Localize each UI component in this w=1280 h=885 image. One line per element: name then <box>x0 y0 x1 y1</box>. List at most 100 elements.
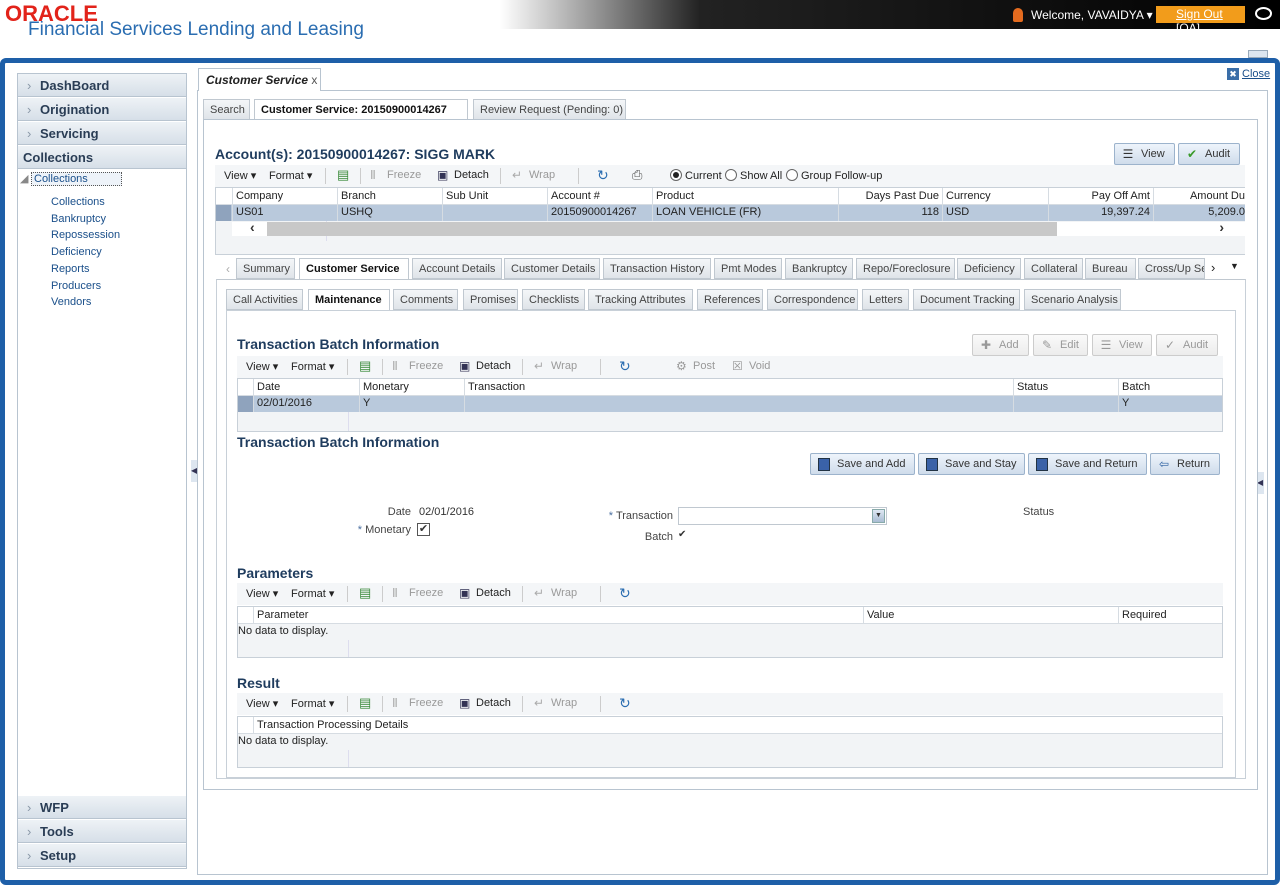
view-menu[interactable]: View ▾ <box>246 697 278 710</box>
format-menu[interactable]: Format ▾ <box>291 360 334 373</box>
section-tab-account-details[interactable]: Account Details <box>412 258 502 279</box>
page-tab-search[interactable]: Search <box>203 99 250 120</box>
detach-button[interactable]: Detach <box>476 697 511 709</box>
welcome-menu[interactable]: Welcome, VAVAIDYA ▾ <box>1031 8 1153 22</box>
audit-button[interactable]: ✔ Audit <box>1178 143 1240 165</box>
sidebar-item-setup[interactable]: › Setup <box>18 844 186 867</box>
wrap-button[interactable]: Wrap <box>551 697 577 709</box>
radio-show-all[interactable] <box>725 169 737 181</box>
table-row[interactable]: 02/01/2016 Y Y <box>238 396 1222 412</box>
detach-button[interactable]: Detach <box>476 360 511 372</box>
radio-group-follow-up[interactable] <box>786 169 798 181</box>
column-header-product[interactable]: Product <box>652 188 838 204</box>
refresh-icon[interactable]: ↻ <box>619 585 631 602</box>
close-link[interactable]: Close <box>1242 68 1270 80</box>
column-header-date[interactable]: Date <box>253 379 359 395</box>
column-header-parameter[interactable]: Parameter <box>253 607 863 623</box>
sub-tab-maintenance[interactable]: Maintenance <box>308 289 390 311</box>
format-menu[interactable]: Format ▾ <box>291 697 334 710</box>
return-button[interactable]: ⇦ Return <box>1150 453 1220 475</box>
wrap-button[interactable]: Wrap <box>551 360 577 372</box>
tree-item-repossession[interactable]: Repossession <box>51 229 120 241</box>
wrap-button[interactable]: Wrap <box>529 169 555 181</box>
column-header-monetary[interactable]: Monetary <box>359 379 464 395</box>
section-tab-repo-foreclosure[interactable]: Repo/Foreclosure <box>856 258 955 279</box>
sub-tab-comments[interactable]: Comments <box>393 289 458 310</box>
print-icon[interactable]: ⎙ <box>632 167 642 183</box>
sub-tab-correspondence[interactable]: Correspondence <box>767 289 858 310</box>
column-header-amount-du[interactable]: Amount Du <box>1153 188 1245 204</box>
detach-button[interactable]: Detach <box>476 587 511 599</box>
tree-item-deficiency[interactable]: Deficiency <box>51 246 102 258</box>
section-tab-cross-up-se[interactable]: Cross/Up Se <box>1138 258 1205 279</box>
save-and-return-button[interactable]: Save and Return <box>1028 453 1147 475</box>
sub-tab-scenario-analysis[interactable]: Scenario Analysis <box>1024 289 1121 310</box>
void-button[interactable]: Void <box>749 360 770 372</box>
chevron-down-icon[interactable]: ▼ <box>872 509 885 523</box>
sub-tab-tracking-attributes[interactable]: Tracking Attributes <box>588 289 693 310</box>
sub-tab-references[interactable]: References <box>697 289 763 310</box>
scroll-left-arrow[interactable]: ‹ <box>250 219 255 235</box>
sidebar-item-tools[interactable]: › Tools <box>18 820 186 843</box>
export-excel-icon[interactable]: ▤ <box>359 358 371 374</box>
refresh-icon[interactable]: ↻ <box>597 167 609 184</box>
export-excel-icon[interactable]: ▤ <box>337 167 349 183</box>
refresh-icon[interactable]: ↻ <box>619 358 631 375</box>
column-header-company[interactable]: Company <box>232 188 337 204</box>
format-menu[interactable]: Format ▾ <box>269 169 312 182</box>
section-tab-collateral[interactable]: Collateral <box>1024 258 1083 279</box>
sub-tab-letters[interactable]: Letters <box>862 289 909 310</box>
view-menu[interactable]: View ▾ <box>246 360 278 373</box>
export-excel-icon[interactable]: ▤ <box>359 585 371 601</box>
view-button[interactable]: ☰ View <box>1092 334 1152 356</box>
edit-button[interactable]: ✎ Edit <box>1033 334 1088 356</box>
column-header-value[interactable]: Value <box>863 607 1118 623</box>
table-row[interactable]: US01 USHQ 20150900014267 LOAN VEHICLE (FR) 1… <box>216 205 1245 221</box>
section-tab-customer-details[interactable]: Customer Details <box>504 258 600 279</box>
column-header-currency[interactable]: Currency <box>942 188 1048 204</box>
column-header-pay-off-amt[interactable]: Pay Off Amt <box>1048 188 1153 204</box>
sidebar-item-wfp[interactable]: › WFP <box>18 796 186 819</box>
sidebar-item-collections[interactable]: Collections <box>18 146 186 169</box>
transaction-select[interactable]: ▼ <box>678 507 887 525</box>
refresh-icon[interactable]: ↻ <box>619 695 631 712</box>
tree-expand-icon[interactable]: ◢ <box>20 172 28 185</box>
format-menu[interactable]: Format ▾ <box>291 587 334 600</box>
view-menu[interactable]: View ▾ <box>224 169 256 182</box>
scroll-right-arrow[interactable]: › <box>1219 219 1224 235</box>
column-header-batch[interactable]: Batch <box>1118 379 1222 395</box>
section-tab-pmt-modes[interactable]: Pmt Modes <box>714 258 782 279</box>
tree-item-reports[interactable]: Reports <box>51 263 90 275</box>
export-excel-icon[interactable]: ▤ <box>359 695 371 711</box>
freeze-button[interactable]: Freeze <box>387 169 421 181</box>
tree-root-collections[interactable]: Collections <box>31 172 122 186</box>
horizontal-scrollbar[interactable]: ‹ › <box>232 219 1245 236</box>
freeze-button[interactable]: Freeze <box>409 360 443 372</box>
sidebar-item-origination[interactable]: › Origination <box>18 98 186 121</box>
tree-item-collections[interactable]: Collections <box>51 196 105 208</box>
collapse-header-button[interactable] <box>1248 50 1268 58</box>
detach-button[interactable]: Detach <box>454 169 489 181</box>
sidebar-item-dashboard[interactable]: › DashBoard <box>18 74 186 97</box>
section-tab-deficiency[interactable]: Deficiency <box>957 258 1021 279</box>
scrollbar-thumb[interactable] <box>267 222 1057 236</box>
tab-customer-service[interactable]: Customer Service x <box>198 68 321 91</box>
save-and-stay-button[interactable]: Save and Stay <box>918 453 1025 475</box>
sidebar-item-servicing[interactable]: › Servicing <box>18 122 186 145</box>
freeze-button[interactable]: Freeze <box>409 697 443 709</box>
sub-tab-promises[interactable]: Promises <box>463 289 518 310</box>
section-tab-bankruptcy[interactable]: Bankruptcy <box>785 258 853 279</box>
column-header-account[interactable]: Account # <box>547 188 652 204</box>
column-header-transaction-processing-details[interactable]: Transaction Processing Details <box>253 717 1222 733</box>
row-selector[interactable] <box>216 205 231 221</box>
view-button[interactable]: ☰ View <box>1114 143 1175 165</box>
column-header-sub-unit[interactable]: Sub Unit <box>442 188 547 204</box>
sub-tab-checklists[interactable]: Checklists <box>522 289 585 310</box>
section-tab-bureau[interactable]: Bureau <box>1085 258 1136 279</box>
view-menu[interactable]: View ▾ <box>246 587 278 600</box>
column-header-branch[interactable]: Branch <box>337 188 442 204</box>
post-button[interactable]: Post <box>693 360 715 372</box>
tabs-overflow-menu[interactable]: ▼ <box>1230 261 1239 271</box>
tabs-scroll-left[interactable]: ‹ <box>226 262 230 276</box>
row-selector[interactable] <box>238 396 253 412</box>
